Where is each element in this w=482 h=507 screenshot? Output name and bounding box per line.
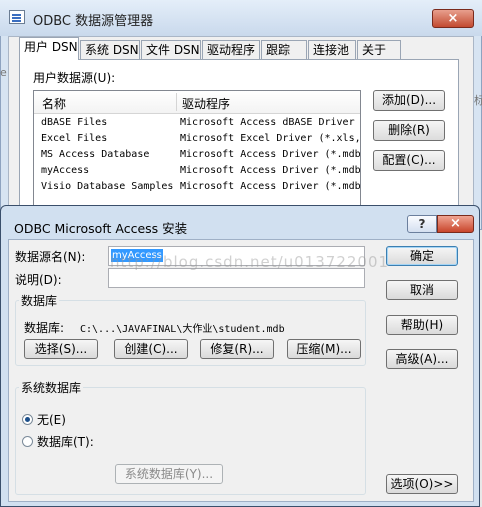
list-item-driver: Microsoft Access Driver (*.mdb [180, 165, 361, 176]
radio-database[interactable] [22, 436, 33, 447]
column-separator[interactable] [176, 93, 177, 111]
database-group-title: 数据库 [19, 292, 60, 309]
tab-tracing[interactable]: 跟踪 [261, 40, 307, 59]
dialog-title: ODBC Microsoft Access 安装 [14, 221, 188, 236]
admin-window-title: ODBC 数据源管理器 [33, 14, 154, 29]
tab-connection-pooling[interactable]: 连接池 [308, 40, 356, 59]
ok-button[interactable]: 确定 [386, 246, 458, 266]
configure-button[interactable]: 配置(C)... [373, 150, 445, 171]
list-item-driver: Microsoft Access dBASE Driver [180, 117, 355, 128]
repair-button[interactable]: 修复(R)... [200, 339, 274, 359]
remove-button[interactable]: 删除(R) [373, 120, 445, 141]
database-path-label: 数据库: [24, 321, 65, 335]
tab-system-dsn[interactable]: 系统 DSN [80, 40, 140, 59]
dsn-label: 数据源名(N): [15, 250, 86, 264]
list-item[interactable]: MS Access Database Microsoft Access Driv… [34, 149, 361, 163]
cancel-button[interactable]: 取消 [386, 280, 458, 300]
access-setup-dialog: ODBC Microsoft Access 安装 ? × 数据源名(N): my… [0, 205, 480, 507]
advanced-button[interactable]: 高级(A)... [386, 349, 458, 369]
help-icon[interactable]: ? [407, 215, 437, 233]
list-item-name: Visio Database Samples [41, 181, 174, 192]
tab-drivers[interactable]: 驱动程序 [202, 40, 260, 59]
database-path: C:\...\JAVAFINAL\大作业\student.mdb [80, 324, 285, 335]
description-input[interactable] [108, 268, 365, 288]
list-item-driver: Microsoft Access Driver (*.mdb [180, 149, 361, 160]
list-header: 名称 驱动程序 [34, 91, 360, 114]
user-data-sources-label: 用户数据源(U): [33, 71, 116, 85]
close-icon[interactable]: × [437, 215, 474, 233]
list-item[interactable]: dBASE Files Microsoft Access dBASE Drive… [34, 117, 360, 131]
radio-database-label[interactable]: 数据库(T): [37, 433, 94, 450]
description-label: 说明(D): [15, 273, 62, 287]
tab-file-dsn[interactable]: 文件 DSN [141, 40, 201, 59]
options-button[interactable]: 选项(O)>> [386, 474, 458, 494]
column-header-driver[interactable]: 驱动程序 [182, 95, 230, 112]
tab-about[interactable]: 关于 [357, 40, 401, 59]
system-database-group-title: 系统数据库 [19, 379, 84, 396]
add-button[interactable]: 添加(D)... [373, 90, 445, 111]
list-item[interactable]: Excel Files Microsoft Excel Driver (*.xl… [34, 133, 361, 147]
column-header-name[interactable]: 名称 [42, 95, 66, 112]
blog-watermark: http://blog.csdn.net/u013722001 [110, 253, 390, 271]
dialog-body: 数据源名(N): myAccess 说明(D): 数据库 数据库: C:\...… [8, 239, 474, 502]
odbc-app-icon [9, 10, 25, 24]
tab-user-dsn[interactable]: 用户 DSN [19, 37, 79, 60]
list-item-name: MS Access Database [41, 149, 150, 160]
edge-text-fragment: e [0, 66, 7, 79]
list-item[interactable]: myAccess Microsoft Access Driver (*.mdb [34, 165, 361, 179]
list-item-driver: Microsoft Excel Driver (*.xls, [180, 133, 361, 144]
list-item-driver: Microsoft Access Driver (*.mdb [180, 181, 361, 192]
list-item-name: myAccess [41, 165, 90, 176]
system-database-button[interactable]: 系统数据库(Y)... [115, 464, 223, 484]
admin-close-button[interactable]: × [432, 9, 474, 28]
help-button[interactable]: 帮助(H) [386, 315, 458, 335]
list-item-name: Excel Files [41, 133, 108, 144]
list-item[interactable]: Visio Database Samples Microsoft Access … [34, 181, 361, 195]
list-item-name: dBASE Files [41, 117, 108, 128]
edge-text-fragment: 标 [474, 94, 482, 107]
select-button[interactable]: 选择(S)... [24, 339, 98, 359]
radio-none-label[interactable]: 无(E) [37, 411, 66, 428]
compact-button[interactable]: 压缩(M)... [287, 339, 361, 359]
create-button[interactable]: 创建(C)... [114, 339, 188, 359]
radio-none[interactable] [22, 414, 33, 425]
